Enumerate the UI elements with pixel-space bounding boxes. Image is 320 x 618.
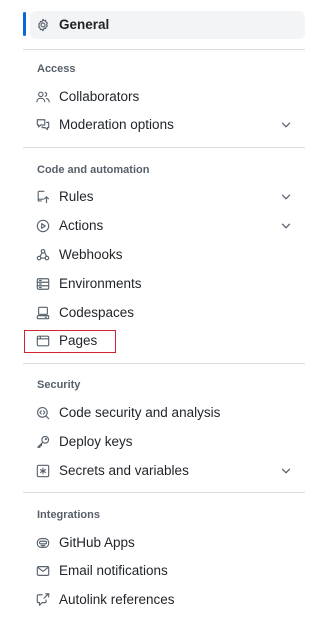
sidebar-item-label: GitHub Apps xyxy=(59,535,135,550)
repo-push-icon xyxy=(36,190,50,204)
sidebar-item-label: Secrets and variables xyxy=(59,463,189,478)
sidebar-item-environments[interactable]: Environments xyxy=(30,270,305,298)
chevron-down-icon[interactable] xyxy=(281,221,291,231)
sidebar-item-label: Autolink references xyxy=(59,592,175,607)
sidebar-item-email-notifications[interactable]: Email notifications xyxy=(30,557,305,585)
cross-reference-icon xyxy=(36,593,50,607)
sidebar-item-pages[interactable]: Pages xyxy=(30,327,305,355)
sidebar-item-moderation-options[interactable]: Moderation options xyxy=(30,111,305,139)
chevron-down-icon[interactable] xyxy=(281,466,291,476)
sidebar-item-label: Environments xyxy=(59,276,142,291)
gear-icon xyxy=(36,18,50,32)
sidebar-item-general[interactable]: General xyxy=(30,11,305,39)
browser-icon xyxy=(36,334,50,348)
group-heading-code-and-automation: Code and automation xyxy=(37,164,150,176)
sidebar-item-label: Email notifications xyxy=(59,563,168,578)
group-heading-access: Access xyxy=(37,63,76,75)
play-icon xyxy=(36,219,50,233)
sidebar-item-actions[interactable]: Actions xyxy=(30,212,305,240)
server-icon xyxy=(36,277,50,291)
sidebar-item-rules[interactable]: Rules xyxy=(30,183,305,211)
key-asterisk-icon xyxy=(36,464,50,478)
sidebar-item-autolink-references[interactable]: Autolink references xyxy=(30,586,305,614)
sidebar-item-label: Actions xyxy=(59,218,104,233)
divider xyxy=(23,49,305,50)
mail-icon xyxy=(36,564,50,578)
sidebar-item-github-apps[interactable]: GitHub Apps xyxy=(30,529,305,557)
sidebar-item-label: Webhooks xyxy=(59,247,123,262)
sidebar-item-label: Rules xyxy=(59,189,94,204)
sidebar-item-webhooks[interactable]: Webhooks xyxy=(30,241,305,269)
webhook-icon xyxy=(36,248,50,262)
codespaces-icon xyxy=(36,306,50,320)
divider xyxy=(23,363,305,364)
chevron-down-icon[interactable] xyxy=(281,192,291,202)
sidebar-item-code-security-and-analysis[interactable]: Code security and analysis xyxy=(30,399,305,427)
group-heading-integrations: Integrations xyxy=(37,509,100,521)
sidebar-item-label: Code security and analysis xyxy=(59,405,221,420)
sidebar-item-label: Pages xyxy=(59,333,98,348)
people-icon xyxy=(36,90,50,104)
sidebar-item-label: Collaborators xyxy=(59,89,140,104)
sidebar-item-secrets-and-variables[interactable]: Secrets and variables xyxy=(30,457,305,485)
sidebar-item-deploy-keys[interactable]: Deploy keys xyxy=(30,428,305,456)
chevron-down-icon[interactable] xyxy=(281,120,291,130)
divider xyxy=(23,492,305,493)
sidebar-item-label: Moderation options xyxy=(59,117,174,132)
key-icon xyxy=(36,435,50,449)
sidebar-item-collaborators[interactable]: Collaborators xyxy=(30,83,305,111)
sidebar-item-label: Deploy keys xyxy=(59,434,133,449)
comment-discussion-icon xyxy=(36,118,50,132)
settings-sidebar: General Access Collaborators Moderation … xyxy=(23,0,305,618)
sidebar-item-label: General xyxy=(59,17,110,32)
sidebar-item-codespaces[interactable]: Codespaces xyxy=(30,299,305,327)
group-heading-security: Security xyxy=(37,379,81,391)
hubot-icon xyxy=(36,536,50,550)
divider xyxy=(23,147,305,148)
codescan-icon xyxy=(36,406,50,420)
active-indicator xyxy=(23,12,26,36)
sidebar-item-label: Codespaces xyxy=(59,305,135,320)
